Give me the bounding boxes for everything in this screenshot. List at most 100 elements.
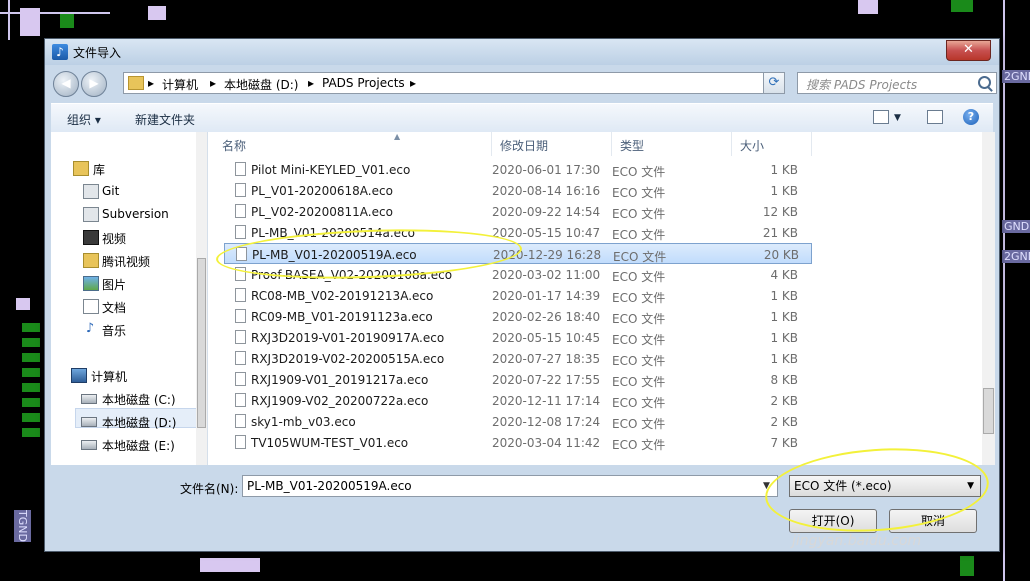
breadcrumb-separator: ▸	[308, 76, 315, 90]
filename-input[interactable]: PL-MB_V01-20200519A.eco	[242, 475, 778, 497]
chevron-down-icon[interactable]: ▼	[894, 113, 901, 123]
file-type: ECO 文件	[612, 312, 666, 326]
table-row[interactable]: RC09-MB_V01-20191123a.eco 2020-02-26 18:4…	[224, 306, 812, 327]
file-type: ECO 文件	[612, 207, 666, 221]
document-icon	[83, 299, 99, 314]
close-button[interactable]: ✕	[946, 40, 991, 61]
scrollbar-thumb[interactable]	[197, 258, 206, 428]
table-row[interactable]: PL_V02-20200811A.eco 2020-09-22 14:54 ECO …	[224, 201, 812, 222]
table-row[interactable]: RXJ3D2019-V02-20200515A.eco 2020-07-27 18…	[224, 348, 812, 369]
search-icon[interactable]	[978, 76, 991, 89]
file-size: 7 KB	[770, 436, 798, 450]
file-list-scrollbar[interactable]	[982, 132, 995, 465]
sidebar-item-git[interactable]: Git	[102, 184, 119, 198]
pcb-pad	[16, 298, 30, 310]
sidebar-item-music[interactable]: 音乐	[102, 322, 126, 339]
sidebar-item-computer[interactable]: 计算机	[91, 368, 127, 385]
sidebar-item-library[interactable]: 库	[93, 161, 105, 178]
pcb-pad	[148, 6, 166, 20]
sidebar-item-pictures[interactable]: 图片	[102, 276, 126, 293]
pcb-pad	[60, 14, 74, 28]
table-row[interactable]: RXJ3D2019-V01-20190917A.eco 2020-05-15 10…	[224, 327, 812, 348]
file-name: RXJ3D2019-V02-20200515A.eco	[251, 352, 445, 366]
table-row[interactable]: RXJ1909-V02_20200722a.eco 2020-12-11 17:1…	[224, 390, 812, 411]
scrollbar-thumb[interactable]	[983, 388, 994, 434]
title-bar[interactable]: ♪ 文件导入 ✕	[45, 39, 999, 65]
file-date: 2020-05-15 10:45	[492, 331, 601, 345]
disk-icon	[81, 394, 97, 404]
pcb-pad	[22, 368, 40, 377]
dialog-title: 文件导入	[73, 46, 122, 60]
sidebar-scrollbar[interactable]	[196, 132, 207, 465]
pcb-pad	[22, 353, 40, 362]
file-name: TV105WUM-TEST_V01.eco	[251, 436, 409, 450]
file-size: 8 KB	[770, 373, 798, 387]
file-icon	[235, 204, 246, 218]
pcb-pad	[960, 556, 974, 576]
search-input[interactable]: 搜索 PADS Projects	[806, 76, 917, 93]
table-row[interactable]: PL_V01-20200618A.eco 2020-08-14 16:16 ECO …	[224, 180, 812, 201]
net-label: 2GND	[1002, 70, 1030, 83]
breadcrumb-computer[interactable]: 计算机	[162, 76, 198, 93]
filename-label: 文件名(N):	[180, 482, 239, 496]
file-icon	[235, 225, 246, 239]
breadcrumb-drive-d[interactable]: 本地磁盘 (D:)	[224, 76, 298, 93]
file-name: RXJ1909-V02_20200722a.eco	[251, 394, 429, 408]
folder-icon	[83, 184, 99, 199]
library-icon	[73, 161, 89, 176]
pcb-pad	[22, 413, 40, 422]
file-icon	[235, 183, 246, 197]
table-row[interactable]: RC08-MB_V02-20191213A.eco 2020-01-17 14:3…	[224, 285, 812, 306]
column-header-date[interactable]: 修改日期	[492, 132, 612, 156]
file-type: ECO 文件	[612, 417, 666, 431]
breadcrumb-pads-projects[interactable]: PADS Projects	[322, 76, 405, 90]
sidebar-item-drive-c[interactable]: 本地磁盘 (C:)	[102, 391, 176, 408]
disk-icon	[81, 417, 97, 427]
new-folder-button[interactable]: 新建文件夹	[135, 111, 195, 128]
refresh-button[interactable]: ⟳	[763, 72, 785, 94]
navigation-bar: ◀ ▶ ▸ 计算机 ▸ 本地磁盘 (D:) ▸ PADS Projects ▸ …	[51, 69, 997, 97]
address-bar[interactable]: ▸ 计算机 ▸ 本地磁盘 (D:) ▸ PADS Projects ▸ ▼	[123, 72, 785, 94]
sidebar-item-tencent-video[interactable]: 腾讯视频	[102, 253, 150, 270]
picture-icon	[83, 276, 99, 291]
file-size: 1 KB	[770, 184, 798, 198]
preview-pane-icon[interactable]	[927, 110, 943, 124]
column-header-size[interactable]: 大小	[732, 132, 812, 156]
table-row[interactable]: TV105WUM-TEST_V01.eco 2020-03-04 11:42 ECO…	[224, 432, 812, 453]
forward-button[interactable]: ▶	[81, 71, 107, 97]
table-row[interactable]: sky1-mb_v03.eco 2020-12-08 17:24 ECO 文件 2 K…	[224, 411, 812, 432]
net-label: TGND	[14, 510, 31, 542]
pcb-pad	[858, 0, 878, 14]
help-icon[interactable]: ?	[963, 109, 979, 125]
file-date: 2020-03-04 11:42	[492, 436, 601, 450]
breadcrumb-separator: ▸	[210, 76, 217, 90]
column-header-type[interactable]: 类型	[612, 132, 732, 156]
watermark: jingyan.baidu.com	[792, 533, 922, 549]
file-name: Pilot Mini-KEYLED_V01.eco	[251, 163, 411, 177]
file-size: 1 KB	[770, 163, 798, 177]
sidebar-item-documents[interactable]: 文档	[102, 299, 126, 316]
file-date: 2020-09-22 14:54	[492, 205, 601, 219]
sidebar-item-drive-d[interactable]: 本地磁盘 (D:)	[102, 414, 176, 431]
search-box[interactable]: 搜索 PADS Projects	[797, 72, 997, 94]
computer-icon	[71, 368, 87, 383]
table-row[interactable]: RXJ1909-V01_20191217a.eco 2020-07-22 17:5…	[224, 369, 812, 390]
trace	[0, 12, 110, 14]
trace	[1003, 0, 1005, 581]
organize-menu[interactable]: 组织 ▾	[67, 111, 101, 128]
file-icon	[235, 351, 246, 365]
view-options-icon[interactable]	[873, 110, 889, 124]
sidebar-item-drive-e[interactable]: 本地磁盘 (E:)	[102, 437, 175, 454]
back-button[interactable]: ◀	[53, 71, 79, 97]
file-size: 1 KB	[770, 310, 798, 324]
file-size: 4 KB	[770, 268, 798, 282]
file-size: 1 KB	[770, 352, 798, 366]
folder-icon	[128, 76, 144, 90]
command-toolbar: 组织 ▾ 新建文件夹 ▼ ?	[51, 103, 993, 133]
file-size: 1 KB	[770, 331, 798, 345]
column-header-name[interactable]: 名称	[214, 132, 492, 156]
table-row[interactable]: Pilot Mini-KEYLED_V01.eco 2020-06-01 17:3…	[224, 159, 812, 180]
sidebar-item-videos[interactable]: 视频	[102, 230, 126, 247]
file-icon	[235, 309, 246, 323]
sidebar-item-subversion[interactable]: Subversion	[102, 207, 169, 221]
